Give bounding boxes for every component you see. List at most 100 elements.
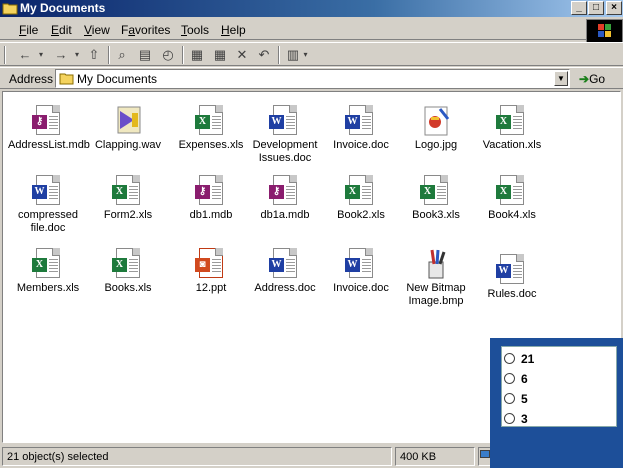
forward-dropdown-icon[interactable]: ▾ [72, 47, 82, 63]
file-item[interactable]: X Book3.xls [396, 175, 476, 222]
file-item[interactable]: ⚷ db1.mdb [171, 175, 251, 222]
move-to-button[interactable]: ▦ [187, 47, 207, 63]
mdb-file-icon: ⚷ [195, 175, 227, 207]
file-item[interactable]: W Address.doc [245, 248, 325, 295]
file-item[interactable]: Clapping.wav [88, 105, 168, 152]
file-item[interactable]: W Invoice.doc [321, 105, 401, 152]
file-name-label: Invoice.doc [333, 282, 389, 294]
file-item[interactable]: X Expenses.xls [171, 105, 251, 152]
file-name-label: Invoice.doc [333, 139, 389, 151]
file-name-label: Book4.xls [488, 209, 536, 221]
move-to-icon: ▦ [190, 47, 204, 62]
menu-help[interactable]: Help [221, 23, 246, 37]
toolbar-grip [4, 46, 6, 64]
status-panel-size: 400 KB [395, 447, 475, 466]
delete-icon: ✕ [236, 47, 248, 62]
file-item[interactable]: New Bitmap Image.bmp [396, 248, 476, 308]
delete-button[interactable]: ✕ [233, 47, 251, 63]
folders-button[interactable]: ▤ [135, 47, 155, 63]
back-arrow-icon: ← [18, 47, 32, 62]
menu-edit[interactable]: Edit [51, 23, 72, 37]
radio-button[interactable] [504, 353, 515, 364]
doc-file-icon: W [269, 248, 301, 280]
go-button[interactable]: ➔Go [579, 72, 605, 86]
file-item[interactable]: X Book2.xls [321, 175, 401, 222]
file-item[interactable]: W Rules.doc [472, 254, 552, 301]
answer-option-3[interactable]: 5 [504, 392, 528, 410]
answer-panel: 21 6 5 3 [490, 338, 623, 468]
forward-button[interactable]: → [50, 47, 72, 63]
file-name-label: Vacation.xls [482, 139, 542, 151]
file-item[interactable]: X Members.xls [8, 248, 88, 295]
toolbar-separator [108, 46, 110, 64]
address-bar: Address My Documents ▼ ➔Go [0, 67, 623, 89]
file-item[interactable]: X Book4.xls [472, 175, 552, 222]
file-item[interactable]: X Books.xls [88, 248, 168, 295]
close-button[interactable]: × [606, 1, 622, 15]
back-dropdown-icon[interactable]: ▾ [36, 47, 46, 63]
file-name-label: 12.ppt [195, 282, 227, 294]
answer-options: 21 6 5 3 [501, 346, 617, 427]
file-item[interactable]: X Vacation.xls [472, 105, 552, 152]
views-icon: ▥ [286, 47, 300, 62]
radio-button[interactable] [504, 373, 515, 384]
file-item[interactable]: Wcompressed file.doc [8, 175, 88, 235]
menu-bar: File Edit View Favorites Tools Help [0, 18, 623, 40]
answer-option-4[interactable]: 3 [504, 412, 528, 430]
file-item[interactable]: W Development Issues.doc [245, 105, 325, 165]
chevron-down-icon: ▼ [557, 74, 565, 83]
address-input[interactable]: My Documents ▼ [55, 69, 570, 88]
menu-favorites[interactable]: Favorites [121, 23, 170, 37]
file-name-label: Book2.xls [337, 209, 385, 221]
answer-option-2[interactable]: 6 [504, 372, 528, 390]
window-title: My Documents [20, 1, 106, 15]
xls-file-icon: X [32, 248, 64, 280]
ppt-file-icon: ◙ [195, 248, 227, 280]
doc-file-icon: W [496, 254, 528, 286]
search-button[interactable]: ⌕ [112, 47, 132, 63]
doc-file-icon: W [32, 175, 64, 207]
xls-file-icon: X [112, 175, 144, 207]
file-item[interactable]: ⚷ AddressList.mdb [8, 105, 90, 152]
windows-logo [586, 19, 623, 43]
undo-button[interactable]: ↶ [254, 47, 274, 63]
radio-button[interactable] [504, 413, 515, 424]
undo-icon: ↶ [258, 47, 270, 62]
file-item[interactable]: ⚷ db1a.mdb [245, 175, 325, 222]
go-label: Go [589, 72, 606, 86]
search-icon: ⌕ [118, 47, 126, 62]
address-label: Address [9, 72, 54, 86]
doc-file-icon: W [269, 105, 301, 137]
menu-file[interactable]: File [19, 23, 38, 37]
file-item[interactable]: ◙ 12.ppt [171, 248, 251, 295]
menu-view[interactable]: View [84, 23, 110, 37]
computer-icon [480, 450, 490, 458]
doc-file-icon: W [345, 248, 377, 280]
windows-flag-icon [598, 24, 611, 37]
address-value: My Documents [77, 72, 158, 86]
back-button[interactable]: ← [14, 47, 36, 63]
views-dropdown-icon[interactable]: ▾ [301, 47, 310, 63]
file-item[interactable]: X Form2.xls [88, 175, 168, 222]
file-name-label: Logo.jpg [414, 139, 458, 151]
xls-file-icon: X [496, 175, 528, 207]
history-button[interactable]: ◴ [158, 47, 178, 63]
minimize-button[interactable]: _ [571, 1, 587, 15]
copy-to-button[interactable]: ▦ [210, 47, 230, 63]
standard-toolbar: ← ▾ → ▾ ⇧ ⌕ ▤ ◴ ▦ ▦ ✕ ↶ ▥ ▾ [0, 42, 623, 66]
maximize-button[interactable]: □ [588, 1, 604, 15]
up-folder-button[interactable]: ⇧ [84, 47, 104, 63]
file-item[interactable]: W Invoice.doc [321, 248, 401, 295]
address-dropdown-button[interactable]: ▼ [554, 71, 568, 86]
file-name-label: Development Issues.doc [252, 139, 318, 164]
answer-option-1[interactable]: 21 [504, 352, 534, 370]
file-item[interactable]: Logo.jpg [396, 105, 476, 152]
radio-button[interactable] [504, 393, 515, 404]
file-name-label: Book3.xls [412, 209, 460, 221]
menu-tools[interactable]: Tools [181, 23, 209, 37]
file-name-label: db1a.mdb [260, 209, 310, 221]
views-button[interactable]: ▥ [284, 47, 302, 63]
folders-icon: ▤ [138, 47, 152, 62]
go-arrow-icon: ➔ [579, 72, 590, 86]
forward-arrow-icon: → [54, 47, 68, 62]
